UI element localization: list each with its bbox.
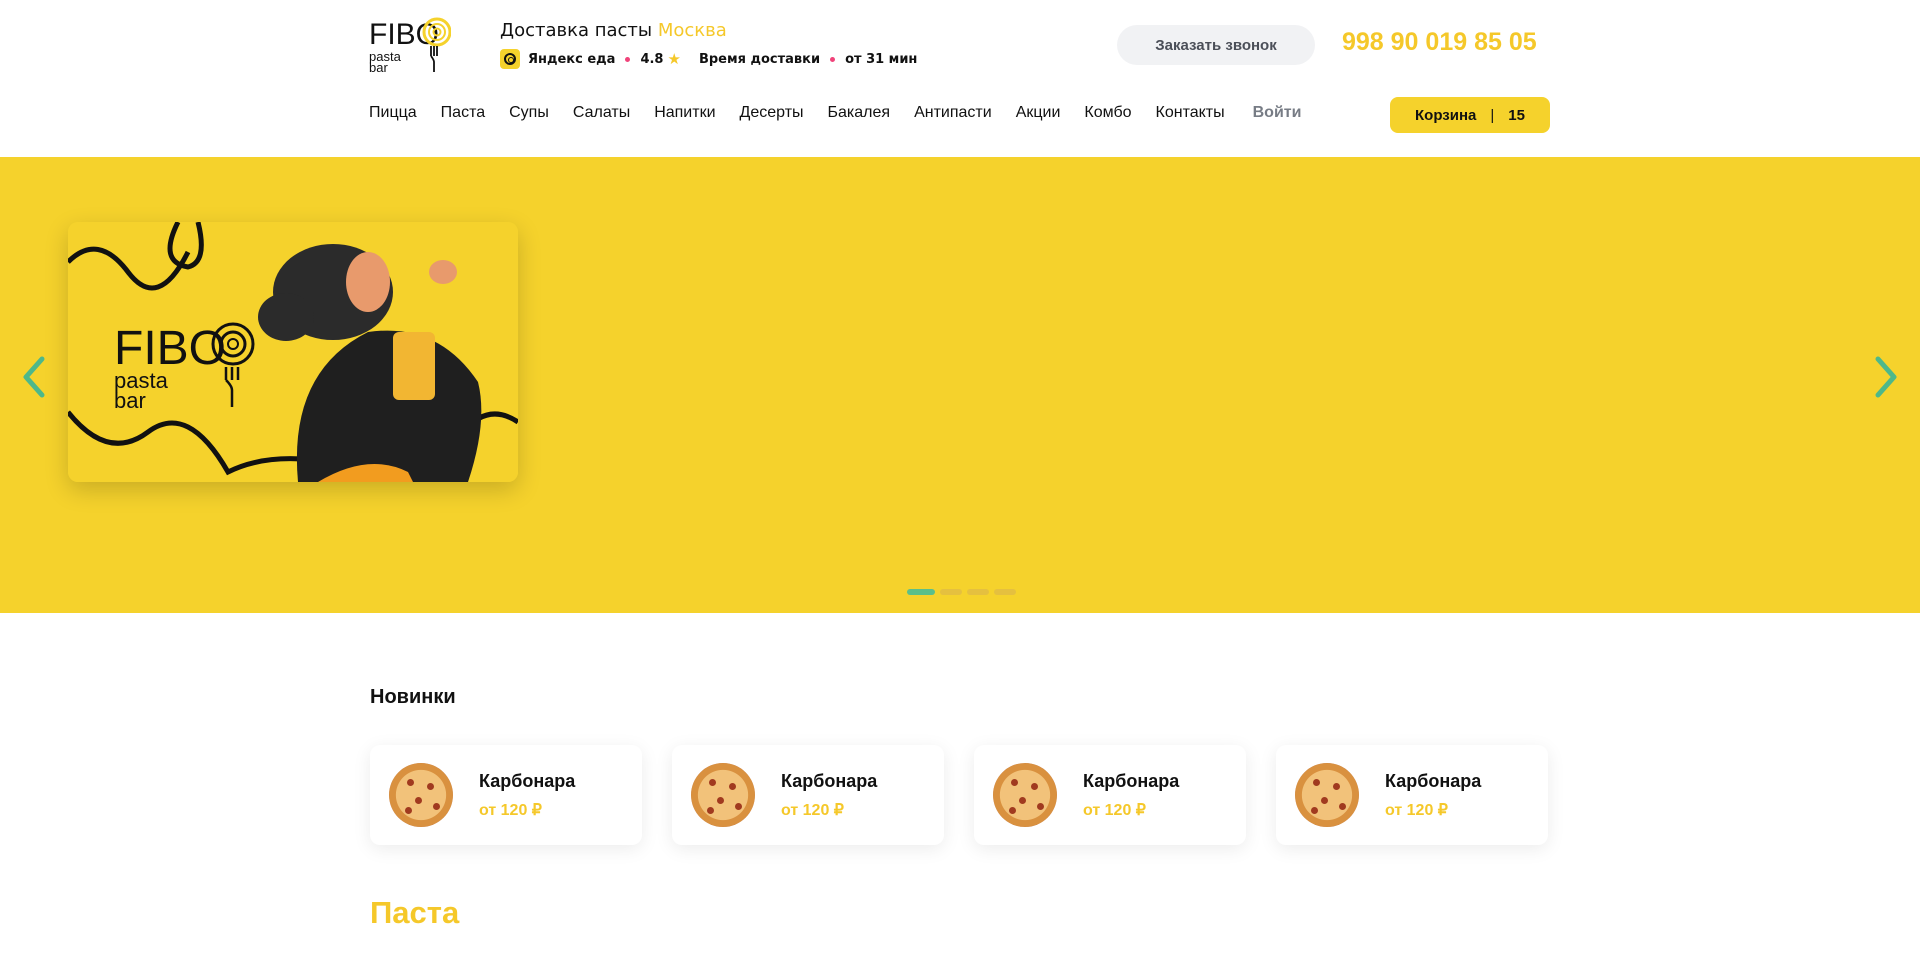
separator-dot [830,56,836,62]
slider-pagination [907,589,1021,595]
slider-dot[interactable] [907,589,935,595]
pizza-image [1295,763,1359,827]
product-price: от 120 ₽ [1083,801,1146,819]
nav-item-drinks[interactable]: Напитки [654,104,715,122]
site-header: FIBO pasta bar Доставка пасты Москва Янд… [0,0,1920,157]
city-selector[interactable]: Москва [658,20,727,41]
product-card[interactable]: Карбонара от 120 ₽ [672,745,944,845]
new-items-list: Карбонара от 120 ₽ Карбонара от 120 ₽ Ка… [370,745,1548,845]
delivery-title-text: Доставка пасты [500,20,653,41]
rating-value: 4.8 [640,51,664,67]
product-card[interactable]: Карбонара от 120 ₽ [974,745,1246,845]
banner-illustration: FIBO pasta bar [68,222,518,482]
main-nav: Пицца Паста Супы Салаты Напитки Десерты … [369,104,1325,122]
product-name: Карбонара [781,770,878,791]
delivery-meta: Яндекс еда 4.8 ★ Время доставки от 31 ми… [500,49,917,69]
svg-text:bar: bar [369,60,388,74]
nav-item-promotions[interactable]: Акции [1016,104,1061,122]
nav-item-salads[interactable]: Салаты [573,104,630,122]
nav-item-pizza[interactable]: Пицца [369,104,417,122]
delivery-title: Доставка пасты Москва [500,20,727,41]
slider-dot[interactable] [940,589,962,595]
product-name: Карбонара [1083,770,1180,791]
cart-count: 15 [1508,106,1525,124]
pasta-section-title: Паста [370,895,460,930]
promo-banner[interactable]: FIBO pasta bar [68,222,518,482]
cart-button[interactable]: Корзина | 15 [1390,97,1550,133]
pizza-image [389,763,453,827]
hero-slider: FIBO pasta bar [0,157,1920,613]
slider-next-arrow-icon[interactable] [1872,355,1902,399]
product-name: Карбонара [1385,770,1482,791]
login-link[interactable]: Войти [1253,104,1302,122]
banner-logo-bar: bar [114,388,146,413]
nav-item-soups[interactable]: Супы [509,104,549,122]
product-name: Карбонара [479,770,576,791]
fibo-logo[interactable]: FIBO pasta bar [369,16,451,74]
product-card[interactable]: Карбонара от 120 ₽ [370,745,642,845]
slider-dot[interactable] [994,589,1016,595]
nav-item-pasta[interactable]: Паста [441,104,485,122]
separator-dot [625,56,631,62]
cart-divider: | [1490,106,1495,124]
delivery-time-label: Время доставки [698,51,821,67]
nav-item-desserts[interactable]: Десерты [740,104,804,122]
yandex-eda-icon [500,49,520,69]
request-call-button[interactable]: Заказать звонок [1117,25,1315,65]
pizza-image [691,763,755,827]
new-items-title: Новинки [370,686,456,708]
nav-item-combo[interactable]: Комбо [1084,104,1131,122]
slider-dot[interactable] [967,589,989,595]
star-icon: ★ [667,50,681,68]
yandex-eda-label: Яндекс еда [528,51,616,67]
delivery-time-value: от 31 мин [845,51,918,67]
product-price: от 120 ₽ [1385,801,1448,819]
nav-item-grocery[interactable]: Бакалея [828,104,891,122]
nav-item-contacts[interactable]: Контакты [1156,104,1225,122]
product-price: от 120 ₽ [781,801,844,819]
delivery-info: Доставка пасты Москва [500,20,727,41]
cart-label: Корзина [1415,106,1477,124]
slider-prev-arrow-icon[interactable] [18,355,48,399]
product-card[interactable]: Карбонара от 120 ₽ [1276,745,1548,845]
product-price: от 120 ₽ [479,801,542,819]
pizza-image [993,763,1057,827]
phone-number[interactable]: 998 90 019 85 05 [1342,28,1537,57]
nav-item-antipasti[interactable]: Антипасти [914,104,992,122]
